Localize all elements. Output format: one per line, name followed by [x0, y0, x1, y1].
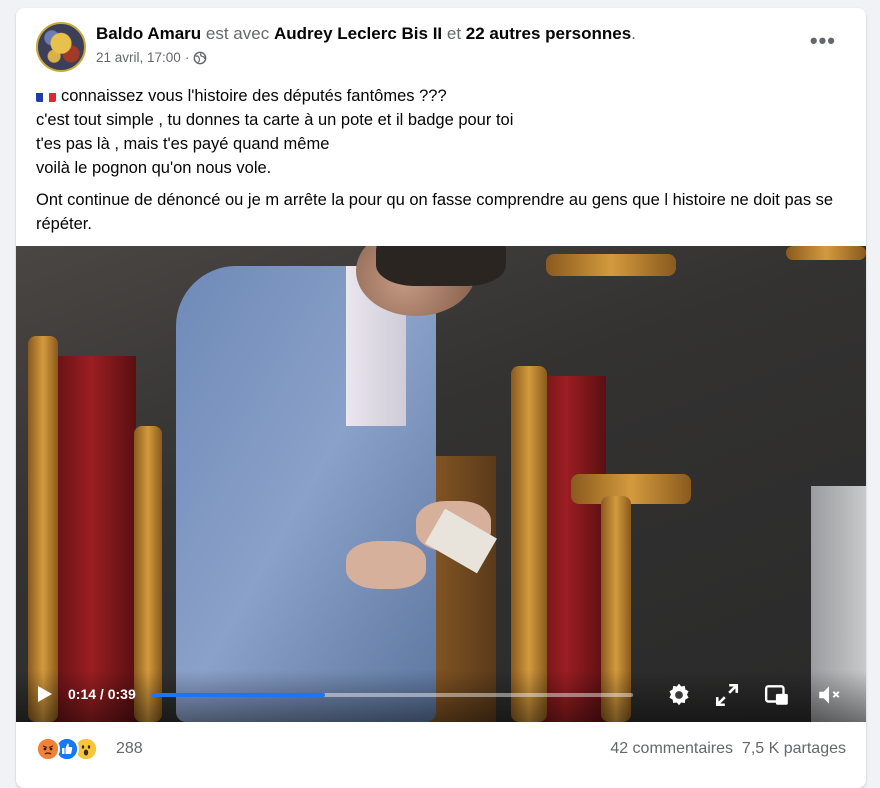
video-scene-desk: [786, 246, 866, 260]
video-scene-desk: [571, 474, 691, 504]
video-scene-desk: [546, 254, 676, 276]
text-paragraph-2: Ont continue de dénoncé ou je m arrête l…: [36, 191, 834, 233]
shares-link[interactable]: 7,5 K partages: [742, 740, 846, 757]
video-time: 0:14 / 0:39: [68, 686, 136, 702]
video-scene-armrest: [28, 336, 58, 722]
meta-dot: ·: [184, 50, 190, 65]
text-line-1-content: connaissez vous l'histoire des députés f…: [61, 87, 447, 105]
progress-fill: [151, 693, 325, 697]
globe-icon[interactable]: [193, 51, 207, 65]
time-separator: /: [96, 686, 108, 702]
video-scene-armrest: [511, 366, 547, 722]
comments-link[interactable]: 42 commentaires: [610, 740, 733, 757]
video-scene-hand: [346, 541, 426, 589]
reactions[interactable]: [36, 737, 98, 761]
post-text: connaissez vous l'histoire des députés f…: [36, 84, 846, 236]
post-card: Baldo Amaru est avec Audrey Leclerc Bis …: [16, 8, 866, 788]
video-player[interactable]: 0:14 / 0:39: [16, 246, 866, 722]
others-link[interactable]: 22 autres personnes: [466, 24, 631, 43]
timestamp[interactable]: 21 avril, 17:00: [96, 50, 181, 65]
period: .: [631, 24, 636, 43]
video-scene-hair: [376, 246, 506, 286]
post-footer: 288 42 commentaires 7,5 K partages: [16, 734, 866, 774]
avatar[interactable]: [36, 22, 86, 72]
video-scene-seat: [46, 356, 136, 722]
text-line-4: voilà le pognon qu'on nous vole.: [36, 159, 272, 177]
fullscreen-icon[interactable]: [714, 682, 740, 708]
duration: 0:39: [107, 686, 136, 702]
author-name[interactable]: Baldo Amaru: [96, 24, 201, 43]
author-line: Baldo Amaru est avec Audrey Leclerc Bis …: [96, 24, 636, 44]
current-time: 0:14: [68, 686, 97, 702]
progress-bar[interactable]: [151, 693, 633, 697]
text-line-2: c'est tout simple , tu donnes ta carte à…: [36, 111, 514, 129]
volume-muted-icon[interactable]: [816, 682, 842, 708]
text-line-3: t'es pas là , mais t'es payé quand même: [36, 135, 330, 153]
video-controls: 0:14 / 0:39: [16, 670, 866, 722]
play-icon[interactable]: [34, 684, 54, 704]
france-flag-icon: [36, 89, 56, 102]
with-text: est avec: [205, 24, 270, 43]
angry-icon[interactable]: [36, 737, 60, 761]
tagged-name[interactable]: Audrey Leclerc Bis II: [274, 24, 442, 43]
and-text: et: [446, 24, 462, 43]
post-header: Baldo Amaru est avec Audrey Leclerc Bis …: [16, 8, 866, 88]
settings-icon[interactable]: [666, 682, 692, 708]
post-meta: 21 avril, 17:00 ·: [96, 50, 207, 65]
post-stats: 42 commentaires 7,5 K partages: [610, 740, 846, 758]
reaction-count[interactable]: 288: [116, 740, 143, 758]
miniplayer-icon[interactable]: [764, 682, 790, 708]
more-horizontal-icon[interactable]: •••: [810, 30, 836, 52]
text-line-1: connaissez vous l'histoire des députés f…: [36, 84, 846, 108]
